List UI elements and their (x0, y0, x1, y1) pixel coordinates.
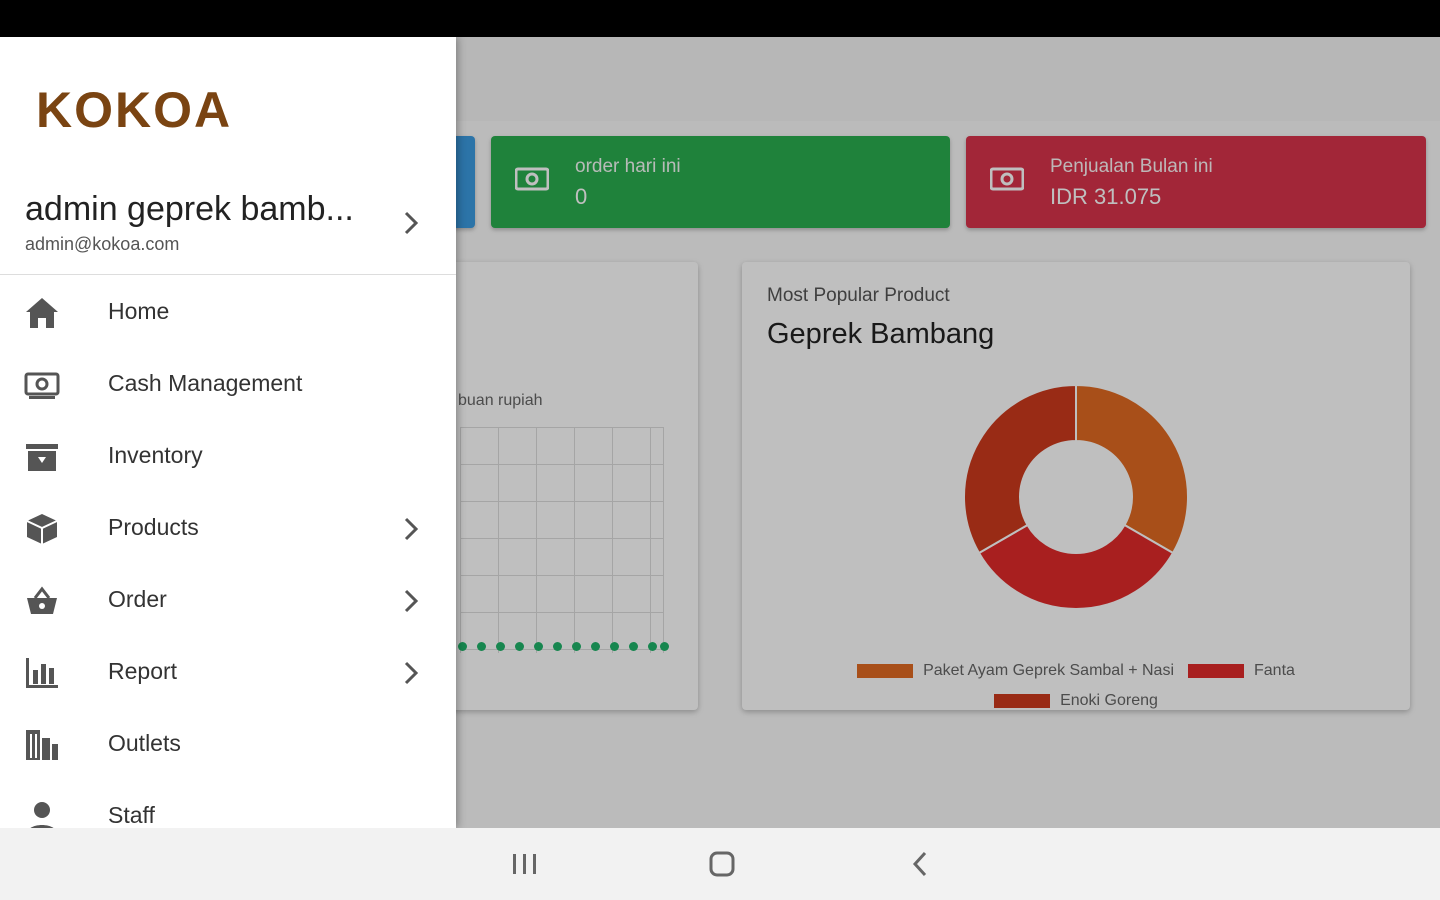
chevron-right-icon[interactable] (400, 207, 424, 239)
menu-item-report[interactable]: Report (0, 636, 456, 708)
user-email: admin@kokoa.com (25, 234, 180, 254)
bar-chart-icon (26, 658, 58, 688)
menu-item-outlets[interactable]: Outlets (0, 708, 456, 780)
basket-icon (27, 586, 57, 614)
menu-label: Staff (108, 802, 155, 828)
navigation-drawer: KOKOA admin geprek bamb... admin@kokoa.c… (0, 37, 456, 828)
divider (0, 274, 456, 275)
archive-icon (26, 444, 58, 471)
chevron-right-icon (404, 661, 419, 685)
system-navigation-bar (0, 828, 1440, 900)
recent-apps-icon[interactable] (504, 848, 544, 880)
menu-item-staff[interactable]: Staff (0, 780, 456, 828)
menu-label: Home (108, 298, 170, 324)
menu-item-home[interactable]: Home (0, 276, 456, 348)
user-name[interactable]: admin geprek bamb... (25, 190, 354, 229)
menu-label: Outlets (108, 730, 181, 756)
chevron-right-icon (404, 517, 419, 541)
menu-label: Report (108, 658, 178, 684)
menu-item-order[interactable]: Order (0, 564, 456, 636)
home-icon (26, 298, 58, 328)
menu-item-inventory[interactable]: Inventory (0, 420, 456, 492)
menu-item-cash-management[interactable]: Cash Management (0, 348, 456, 420)
building-icon (26, 730, 58, 760)
drawer-menu: Home Cash Management Inventory Products … (0, 276, 456, 828)
status-bar (0, 0, 1440, 37)
menu-label: Order (108, 586, 167, 612)
back-icon[interactable] (900, 848, 940, 880)
home-button-icon[interactable] (702, 848, 742, 880)
app-screen: order hari ini 0 Penjualan Bulan ini IDR… (0, 37, 1440, 828)
person-icon (30, 802, 54, 828)
menu-label: Products (108, 514, 199, 540)
app-logo: KOKOA (36, 82, 233, 138)
menu-label: Cash Management (108, 370, 303, 396)
cash-icon (24, 372, 60, 399)
chevron-right-icon (404, 589, 419, 613)
cube-icon (26, 514, 58, 544)
menu-item-products[interactable]: Products (0, 492, 456, 564)
menu-label: Inventory (108, 442, 203, 468)
